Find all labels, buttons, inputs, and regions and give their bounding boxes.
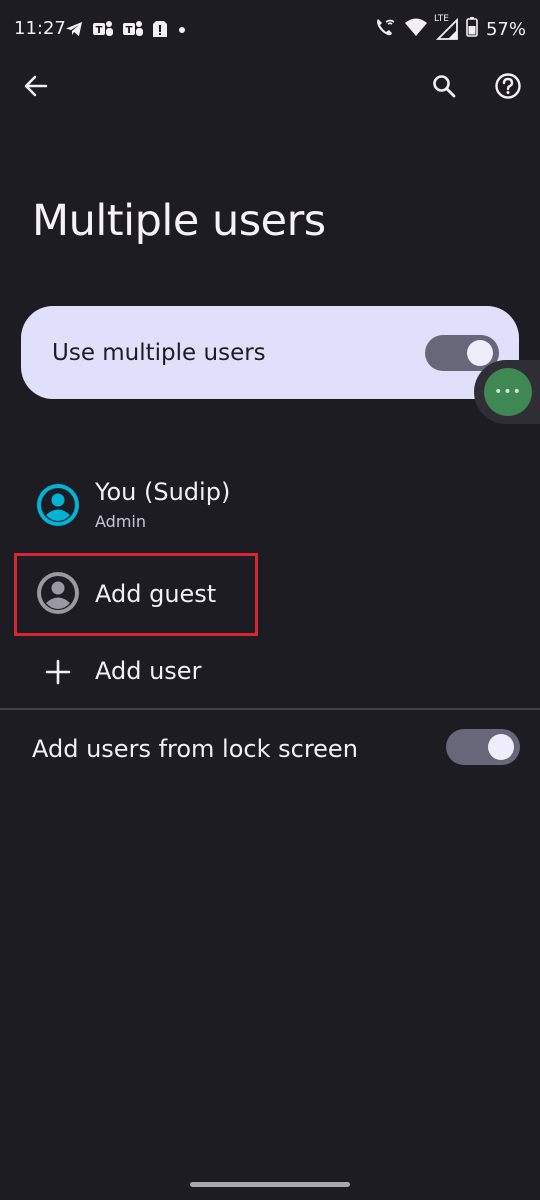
network-type: LTE [433, 14, 449, 24]
user-name: You (Sudip) [95, 478, 231, 506]
help-button[interactable] [486, 66, 530, 110]
teams-icon: T [122, 19, 144, 39]
search-button[interactable] [422, 66, 466, 110]
back-button[interactable] [14, 66, 58, 110]
svg-text:T: T [96, 25, 103, 36]
use-multiple-users-switch-card[interactable]: Use multiple users [21, 306, 519, 399]
section-divider [0, 708, 540, 710]
teams-icon: T [92, 19, 114, 39]
svg-text:T: T [126, 25, 133, 36]
cellular-signal-icon: LTE [434, 14, 458, 40]
wifi-calling-icon [374, 16, 396, 42]
status-bar: 11:27 T T LTE 57% [0, 0, 540, 60]
battery-icon [466, 17, 478, 41]
user-avatar-icon [35, 482, 81, 528]
status-time: 11:27 [14, 18, 66, 39]
search-icon [431, 73, 457, 103]
plus-icon [44, 658, 72, 686]
notification-dot-icon [176, 19, 188, 39]
add-user-label: Add user [95, 657, 202, 685]
gesture-nav-handle[interactable] [190, 1182, 350, 1187]
user-row-you[interactable]: You (Sudip) Admin [0, 470, 540, 540]
more-dots-icon: ••• [484, 368, 532, 416]
page-title: Multiple users [32, 196, 326, 246]
battery-percent: 57% [485, 18, 526, 40]
sim-alert-icon [152, 19, 168, 39]
notification-icons: T T [64, 17, 188, 41]
add-user-row[interactable]: Add user [0, 640, 540, 704]
back-arrow-icon [23, 73, 49, 103]
wifi-icon [404, 17, 428, 41]
system-icons: LTE 57% [374, 14, 526, 42]
highlight-box [14, 553, 258, 636]
toggle-thumb [467, 340, 493, 366]
add-users-from-lock-screen-label: Add users from lock screen [32, 735, 358, 763]
telegram-icon [64, 19, 84, 39]
toggle-thumb [488, 734, 514, 760]
floating-bubble[interactable]: ••• [474, 360, 540, 424]
use-multiple-users-label: Use multiple users [52, 340, 266, 366]
add-users-from-lock-screen-toggle[interactable] [446, 729, 520, 765]
help-icon [494, 72, 522, 104]
user-role: Admin [95, 512, 146, 531]
